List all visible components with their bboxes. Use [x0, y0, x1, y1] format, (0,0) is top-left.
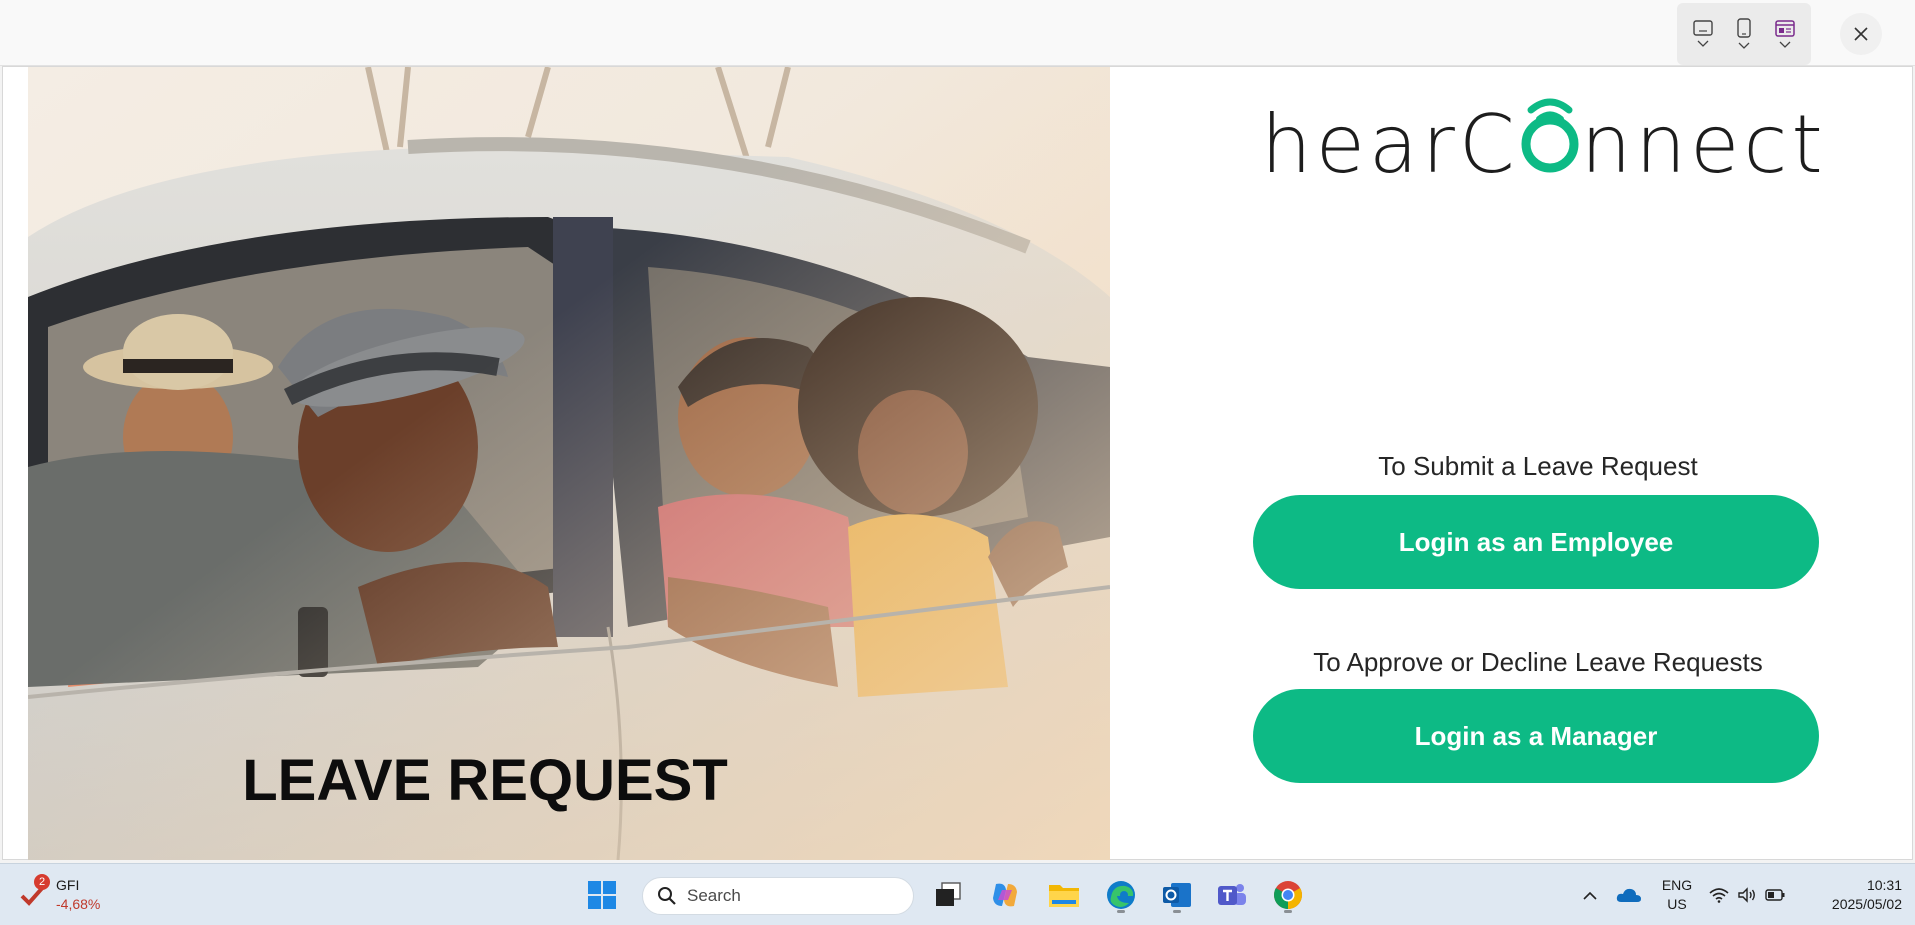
hero-title: LEAVE REQUEST [28, 747, 1110, 814]
language-indicator[interactable]: ENG US [1656, 872, 1698, 918]
employee-login-label: Login as an Employee [1398, 526, 1674, 557]
start-icon [588, 881, 616, 909]
app-frame: LEAVE REQUEST hearC nnect To Submit a Le… [2, 66, 1913, 860]
brand-o-icon [1519, 98, 1581, 180]
running-indicator [1173, 910, 1181, 913]
volume-icon [1738, 887, 1755, 903]
edge-button[interactable] [1101, 875, 1141, 915]
signal-o-icon [1521, 98, 1579, 173]
taskbar: 2 GFI -4,68% Search ENG US 10:31 2025/05… [0, 863, 1915, 925]
chevron-down-icon [1738, 42, 1750, 49]
teams-icon [1218, 884, 1246, 905]
desktop-view-button[interactable] [1685, 8, 1721, 60]
running-indicator [1284, 910, 1292, 913]
outlook-icon [1163, 883, 1191, 907]
clock-date: 2025/05/02 [1831, 896, 1902, 912]
taskbar-search[interactable]: Search [642, 877, 914, 915]
battery-icon [1765, 889, 1785, 901]
device-mode-group [1677, 3, 1811, 65]
phone-icon [1737, 18, 1751, 38]
chevron-down-icon [1779, 41, 1791, 48]
brand-part-3: nnect [1580, 98, 1827, 191]
teams-button[interactable] [1212, 875, 1252, 915]
stock-ticker: GFI [56, 877, 80, 893]
copilot-button[interactable] [985, 875, 1025, 915]
close-button[interactable] [1840, 13, 1882, 55]
chrome-icon [1274, 881, 1302, 909]
outlook-button[interactable] [1157, 875, 1197, 915]
brand-part-1: hear [1261, 98, 1459, 191]
clock[interactable]: 10:31 2025/05/02 [1806, 872, 1902, 918]
chrome-button[interactable] [1268, 875, 1308, 915]
language-line1: ENG [1661, 877, 1693, 893]
stock-change: -4,68% [56, 896, 101, 912]
monitor-icon [1693, 20, 1714, 36]
hero-image: LEAVE REQUEST [28, 67, 1110, 860]
clock-time: 10:31 [1866, 877, 1902, 893]
stock-text: GFI -4,68% [56, 876, 100, 914]
stock-icon: 2 [18, 874, 50, 910]
start-button[interactable] [582, 875, 622, 915]
wifi-icon [1709, 888, 1729, 903]
onedrive-button[interactable] [1614, 880, 1644, 910]
show-hidden-icons-button[interactable] [1578, 880, 1602, 910]
manager-login-label: Login as a Manager [1414, 720, 1658, 751]
stock-widget[interactable]: 2 GFI -4,68% [18, 874, 118, 916]
task-view-button[interactable] [928, 875, 968, 915]
manager-prompt: To Approve or Decline Leave Requests [1313, 647, 1763, 677]
edge-icon [1107, 881, 1135, 909]
task-view-icon [936, 882, 961, 906]
search-placeholder: Search [687, 886, 741, 905]
web-view-button[interactable] [1767, 8, 1803, 60]
close-icon [1854, 27, 1868, 41]
employee-login-button[interactable]: Login as an Employee [1253, 495, 1819, 589]
window-titlebar [0, 0, 1915, 66]
manager-login-button[interactable]: Login as a Manager [1253, 689, 1819, 783]
family-car-illustration [28, 67, 1110, 860]
language-line2: US [1667, 896, 1687, 912]
employee-prompt: To Submit a Leave Request [1378, 451, 1698, 481]
stock-badge: 2 [34, 874, 50, 890]
file-explorer-icon [1049, 885, 1079, 907]
quick-settings-button[interactable] [1708, 878, 1786, 912]
copilot-icon [993, 883, 1017, 907]
hero-title-text: LEAVE REQUEST [242, 748, 728, 813]
chevron-up-icon [1583, 891, 1597, 900]
running-indicator [1117, 910, 1125, 913]
chevron-down-icon [1697, 40, 1709, 47]
brand-part-2: C [1458, 98, 1519, 191]
mobile-view-button[interactable] [1726, 8, 1762, 60]
onedrive-icon [1616, 888, 1641, 902]
brand-logo: hearC nnect [1261, 95, 1823, 205]
brand-wordmark: hearC nnect [1261, 95, 1827, 195]
search-icon [658, 887, 676, 905]
file-explorer-button[interactable] [1044, 875, 1084, 915]
browser-icon [1774, 19, 1795, 37]
